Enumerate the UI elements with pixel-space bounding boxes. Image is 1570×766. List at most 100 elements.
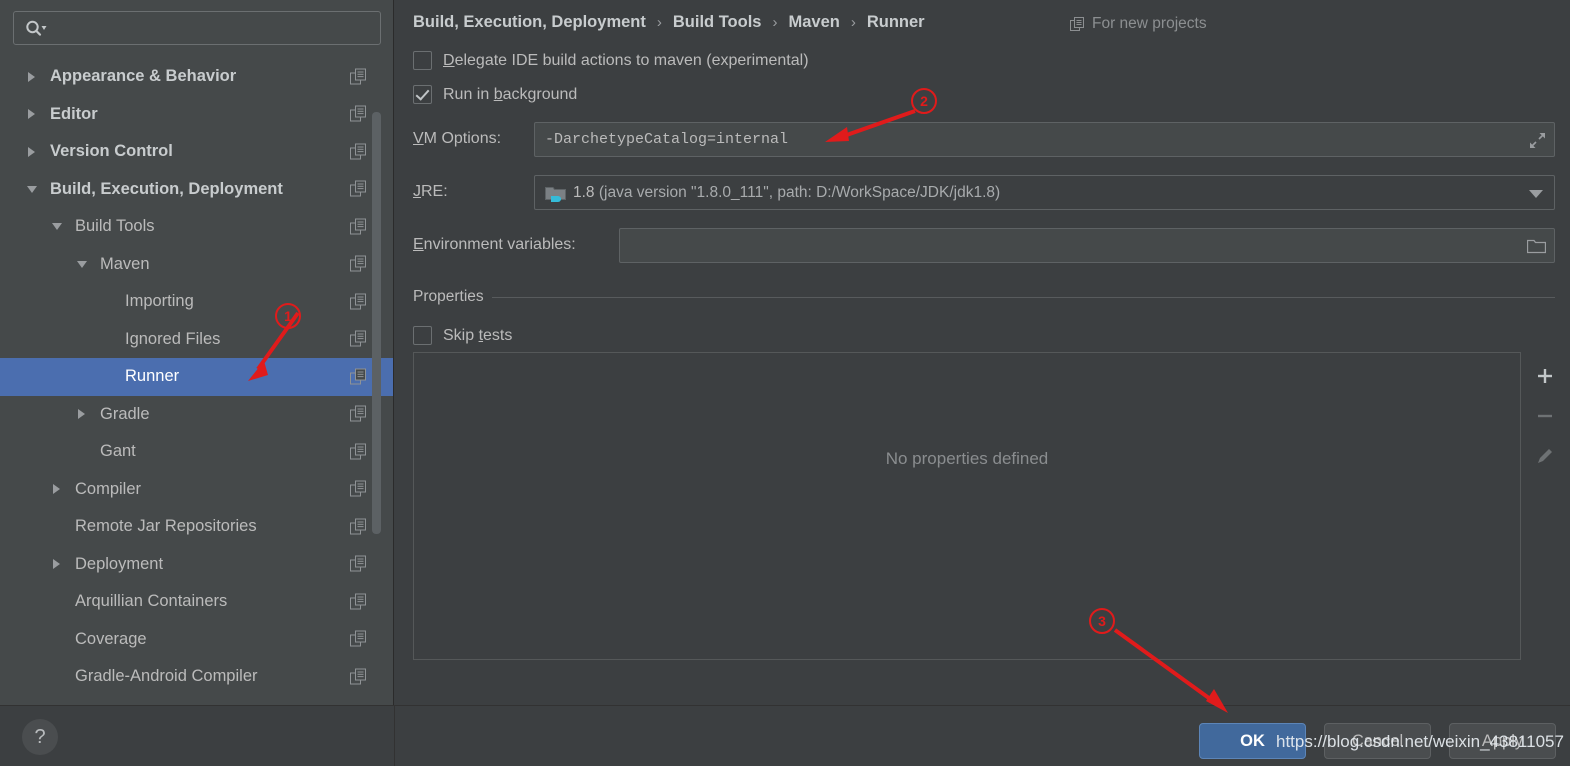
jre-combobox[interactable]: 1.8 (java version "1.8.0_111", path: D:/…: [534, 175, 1555, 210]
sidebar-item-importing[interactable]: Importing: [0, 283, 393, 321]
apply-button[interactable]: Apply: [1449, 723, 1556, 759]
chevron-right-icon[interactable]: [78, 409, 85, 420]
copy-icon: [1070, 16, 1084, 31]
chevron-right-icon[interactable]: [53, 559, 60, 570]
sidebar-item-appearance-behavior[interactable]: Appearance & Behavior: [0, 58, 393, 96]
sidebar-item-label: Gradle: [100, 404, 150, 423]
search-field[interactable]: [13, 11, 381, 46]
jre-value: 1.8 (java version "1.8.0_111", path: D:/…: [573, 184, 1000, 202]
jre-version: 1.8: [573, 183, 595, 201]
annotation-badge-2: 2: [911, 88, 937, 114]
delegate-ide-build-checkbox-row[interactable]: Delegate IDE build actions to maven (exp…: [413, 51, 809, 70]
sidebar-item-build-tools[interactable]: Build Tools: [0, 208, 393, 246]
breadcrumb-separator: ›: [850, 14, 856, 31]
copy-icon[interactable]: [350, 368, 367, 385]
sidebar-item-ignored-files[interactable]: Ignored Files: [0, 321, 393, 359]
sidebar-item-gradle-android-compiler[interactable]: Gradle-Android Compiler: [0, 658, 393, 696]
copy-icon[interactable]: [350, 68, 367, 85]
sidebar-item-deployment[interactable]: Deployment: [0, 546, 393, 584]
annotation-badge-3: 3: [1089, 608, 1115, 634]
search-input[interactable]: [54, 12, 378, 46]
copy-icon[interactable]: [350, 630, 367, 648]
for-new-projects-text: For new projects: [1092, 15, 1207, 32]
skip-tests-checkbox-row[interactable]: Skip tests: [413, 326, 512, 345]
sidebar-item-gradle[interactable]: Gradle: [0, 396, 393, 434]
sidebar-item-label: Gant: [100, 442, 136, 461]
plus-icon: [1538, 369, 1552, 383]
copy-icon[interactable]: [350, 480, 367, 498]
chevron-right-icon[interactable]: [53, 484, 60, 495]
sidebar-item-gant[interactable]: Gant: [0, 433, 393, 471]
ok-button[interactable]: OK: [1199, 723, 1306, 759]
chevron-down-icon[interactable]: [27, 185, 37, 193]
minus-icon: [1538, 414, 1552, 418]
help-button[interactable]: ?: [22, 719, 58, 755]
cancel-button[interactable]: Cancel: [1324, 723, 1431, 759]
sidebar-item-label: Deployment: [75, 554, 164, 573]
properties-toolbar: [1521, 352, 1569, 660]
search-icon: [26, 20, 47, 36]
sidebar-item-label: Maven: [100, 254, 150, 273]
sidebar-item-editor[interactable]: Editor: [0, 96, 393, 134]
copy-icon[interactable]: [350, 330, 367, 348]
environment-variables-input[interactable]: [619, 228, 1555, 263]
sidebar-item-label: Ignored Files: [125, 329, 221, 348]
settings-tree[interactable]: Appearance & Behavior Editor Version Contr…: [0, 58, 393, 705]
skip-tests-label: Skip tests: [443, 326, 513, 344]
copy-icon[interactable]: [350, 518, 367, 535]
sidebar-item-maven[interactable]: Maven: [0, 246, 393, 284]
expand-icon[interactable]: [1529, 132, 1546, 149]
sidebar-item-arquillian-containers[interactable]: Arquillian Containers: [0, 583, 393, 621]
copy-icon[interactable]: [350, 180, 367, 198]
copy-icon[interactable]: [350, 668, 367, 685]
properties-legend: Properties: [413, 288, 492, 306]
skip-tests-checkbox[interactable]: [413, 326, 432, 345]
properties-table[interactable]: No properties defined: [413, 352, 1521, 660]
sidebar-item-version-control[interactable]: Version Control: [0, 133, 393, 171]
run-in-background-label: Run in background: [443, 85, 578, 103]
chevron-right-icon[interactable]: [28, 146, 35, 157]
pencil-icon: [1538, 449, 1552, 463]
copy-icon[interactable]: [350, 405, 367, 423]
chevron-right-icon[interactable]: [28, 109, 35, 120]
run-in-background-checkbox[interactable]: [413, 85, 432, 104]
settings-content: Build, Execution, Deployment › Build Tools…: [394, 0, 1570, 705]
sidebar-item-remote-jar-repositories[interactable]: Remote Jar Repositories: [0, 508, 393, 546]
breadcrumb-part: Maven: [788, 13, 840, 31]
vm-options-input[interactable]: -DarchetypeCatalog=internal: [534, 122, 1555, 157]
copy-icon[interactable]: [350, 293, 367, 310]
vm-options-value: -DarchetypeCatalog=internal: [545, 131, 789, 148]
add-property-button[interactable]: [1521, 356, 1569, 396]
folder-icon[interactable]: [1527, 238, 1546, 254]
delegate-ide-build-checkbox[interactable]: [413, 51, 432, 70]
jre-label: JRE:: [413, 183, 448, 200]
chevron-down-icon[interactable]: [52, 223, 62, 231]
jre-detail: (java version "1.8.0_111", path: D:/Work…: [598, 183, 1001, 201]
copy-icon[interactable]: [350, 143, 367, 160]
chevron-down-icon[interactable]: [1529, 190, 1543, 198]
delegate-ide-build-label: Delegate IDE build actions to maven (exp…: [443, 51, 809, 69]
run-in-background-checkbox-row[interactable]: Run in background: [413, 85, 577, 104]
sidebar-item-label: Gradle-Android Compiler: [75, 667, 258, 686]
remove-property-button[interactable]: [1521, 396, 1569, 436]
edit-property-button[interactable]: [1521, 436, 1569, 476]
sidebar-item-build-execution-deployment[interactable]: Build, Execution, Deployment: [0, 171, 393, 209]
sidebar-item-compiler[interactable]: Compiler: [0, 471, 393, 509]
breadcrumb: Build, Execution, Deployment › Build Tools…: [413, 13, 925, 32]
copy-icon[interactable]: [350, 555, 367, 573]
breadcrumb-separator: ›: [772, 14, 778, 31]
copy-icon[interactable]: [350, 105, 367, 123]
copy-icon[interactable]: [350, 255, 367, 273]
footer-divider: [394, 706, 395, 766]
copy-icon[interactable]: [350, 593, 367, 610]
sidebar-item-runner[interactable]: Runner: [0, 358, 393, 396]
sidebar-item-coverage[interactable]: Coverage: [0, 621, 393, 659]
copy-icon[interactable]: [350, 218, 367, 235]
chevron-right-icon[interactable]: [28, 71, 35, 82]
chevron-down-icon[interactable]: [77, 260, 87, 268]
sidebar-item-label: Importing: [125, 292, 194, 311]
sidebar-scrollbar-thumb[interactable]: [372, 112, 381, 534]
vm-options-label: VM Options:: [413, 130, 502, 147]
copy-icon[interactable]: [350, 443, 367, 460]
annotation-badge-1: 1: [275, 303, 301, 329]
